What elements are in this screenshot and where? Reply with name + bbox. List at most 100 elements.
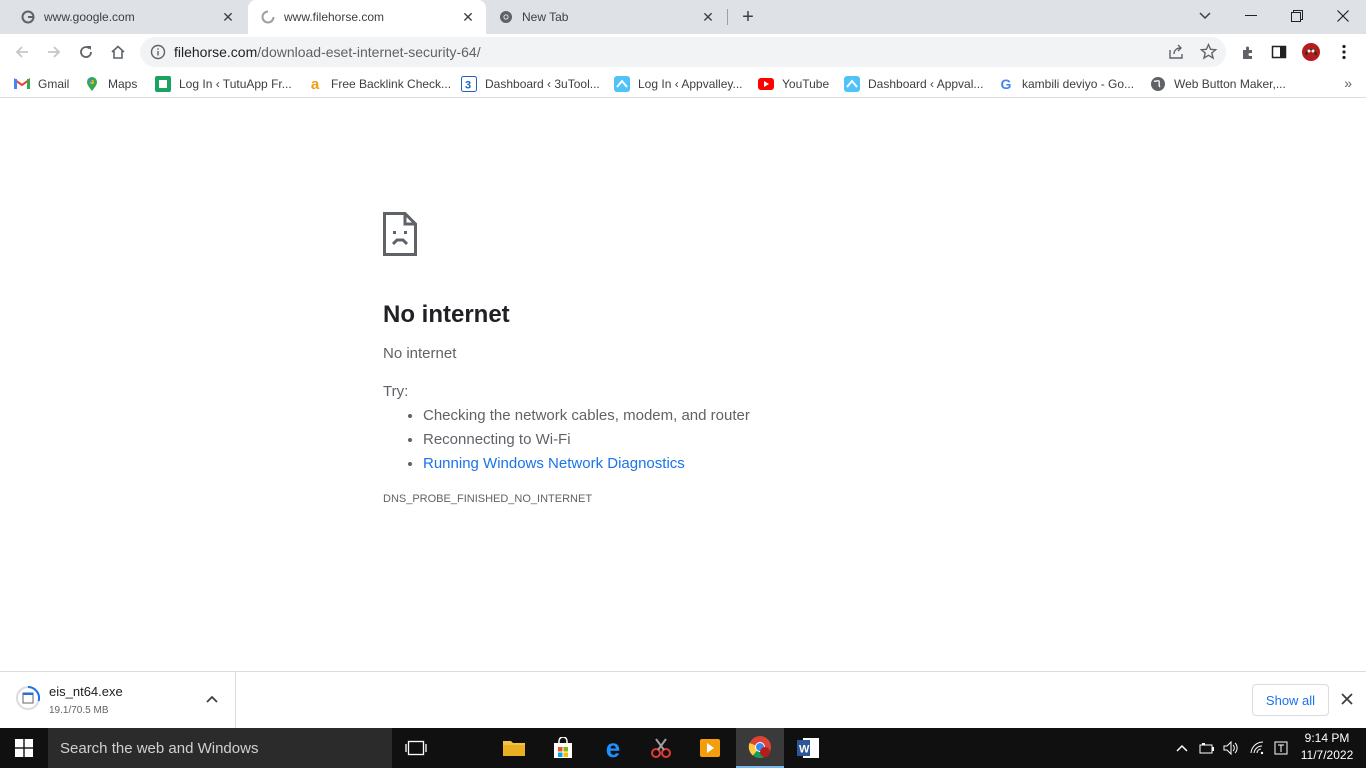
bookmark-appvalley-dashboard[interactable]: Dashboard ‹ Appval... (844, 75, 983, 93)
word-icon[interactable]: W (784, 728, 832, 768)
download-filename: eis_nt64.exe (49, 684, 123, 699)
try-label: Try: (383, 383, 409, 400)
tab-title: www.google.com (44, 10, 135, 24)
url-text[interactable]: filehorse.com/download-eset-internet-sec… (174, 44, 481, 60)
close-tab-icon[interactable]: ✕ (460, 9, 476, 25)
bookmark-star-icon[interactable] (1199, 42, 1218, 65)
minimize-icon[interactable] (1228, 0, 1274, 32)
download-item[interactable]: eis_nt64.exe 19.1/70.5 MB (0, 672, 236, 728)
tab-new-tab[interactable]: New Tab ✕ (488, 0, 726, 34)
svg-text:W: W (799, 744, 810, 756)
suggestion-item: Reconnecting to Wi-Fi (423, 428, 983, 452)
network-no-internet-icon[interactable] (1246, 728, 1268, 768)
show-all-button[interactable]: Show all (1252, 684, 1329, 716)
menu-kebab-icon[interactable] (1330, 38, 1358, 66)
taskbar: Search the web and Windows e W 9:14 PM 1… (0, 728, 1366, 768)
chevron-up-icon[interactable] (203, 690, 221, 708)
close-tab-icon[interactable]: ✕ (220, 9, 236, 25)
tab-search-chevron-icon[interactable] (1182, 0, 1228, 32)
site-info-icon[interactable] (150, 44, 166, 60)
bookmark-appvalley-login[interactable]: Log In ‹ Appvalley... (614, 75, 743, 93)
more-bookmarks-chevron-icon[interactable]: » (1344, 75, 1352, 91)
store-icon[interactable] (539, 728, 587, 768)
bookmark-label: Log In ‹ TutuApp Fr... (179, 77, 292, 91)
bookmark-gmail[interactable]: Gmail (14, 75, 69, 93)
bookmark-kambili[interactable]: G kambili deviyo - Go... (998, 75, 1135, 93)
download-progress-text: 19.1/70.5 MB (49, 705, 109, 716)
error-subheading: No internet (383, 345, 457, 362)
close-window-icon[interactable] (1320, 0, 1366, 32)
bookmark-web-button-maker[interactable]: Web Button Maker,... (1150, 75, 1286, 93)
back-arrow-icon[interactable] (8, 38, 36, 66)
close-shelf-icon[interactable] (1338, 690, 1356, 708)
volume-icon[interactable] (1220, 728, 1242, 768)
bookmark-backlink[interactable]: a Free Backlink Check... (307, 75, 451, 93)
chrome-taskbar-icon[interactable] (736, 728, 784, 768)
maps-icon (84, 76, 100, 92)
restore-icon[interactable] (1274, 0, 1320, 32)
suggestions-list: Checking the network cables, modem, and … (383, 404, 983, 476)
toolbar: filehorse.com/download-eset-internet-sec… (0, 34, 1366, 70)
bookmark-label: Web Button Maker,... (1174, 77, 1286, 91)
sniping-tool-icon[interactable] (637, 728, 685, 768)
tab-google[interactable]: www.google.com ✕ (0, 0, 246, 34)
network-diagnostics-link[interactable]: Running Windows Network Diagnostics (423, 455, 685, 472)
task-view-icon[interactable] (392, 728, 440, 768)
bookmark-tutuapp[interactable]: Log In ‹ TutuApp Fr... (155, 75, 292, 93)
clock-time: 9:14 PM (1304, 731, 1350, 745)
system-clock[interactable]: 9:14 PM 11/7/2022 (1296, 730, 1358, 764)
reload-icon[interactable] (72, 38, 100, 66)
tab-title: New Tab (522, 10, 569, 24)
bookmark-youtube[interactable]: YouTube (758, 75, 829, 93)
backlink-icon: a (310, 75, 320, 93)
bookmark-label: Gmail (38, 77, 70, 91)
share-icon[interactable] (1168, 44, 1184, 65)
tab-strip: www.google.com ✕ www.filehorse.com ✕ New… (0, 0, 1366, 34)
appvalley-icon (614, 76, 630, 92)
globe-icon (1150, 76, 1166, 92)
bookmark-label: Free Backlink Check... (331, 77, 452, 91)
profile-avatar[interactable] (1297, 38, 1325, 66)
edge-icon[interactable]: e (589, 728, 637, 768)
new-tab-icon[interactable]: + (736, 5, 760, 29)
url-host: filehorse.com (174, 44, 258, 60)
language-bar-icon[interactable] (1270, 728, 1292, 768)
tab-filehorse[interactable]: www.filehorse.com ✕ (248, 0, 486, 34)
windows-start-icon[interactable] (0, 728, 48, 768)
media-player-icon[interactable] (686, 728, 734, 768)
bookmark-label: YouTube (782, 77, 830, 91)
bookmark-3utools[interactable]: 3 Dashboard ‹ 3uTool... (461, 75, 600, 93)
download-progress-icon (16, 685, 41, 710)
gmail-icon (14, 76, 30, 92)
tutuapp-icon (155, 76, 171, 92)
bookmark-label: Dashboard ‹ 3uTool... (485, 77, 600, 91)
forward-arrow-icon[interactable] (40, 38, 68, 66)
sad-page-icon (383, 212, 417, 256)
3utools-icon: 3 (461, 76, 477, 92)
bookmarks-bar: Gmail Maps Log In ‹ TutuApp Fr... a Free… (0, 70, 1366, 98)
clock-date: 11/7/2022 (1300, 748, 1354, 762)
close-tab-icon[interactable]: ✕ (700, 9, 716, 25)
home-icon[interactable] (104, 38, 132, 66)
google-icon (20, 9, 36, 25)
download-shelf: eis_nt64.exe 19.1/70.5 MB Show all (0, 671, 1366, 728)
taskbar-search-box[interactable]: Search the web and Windows (48, 728, 392, 768)
google-icon: G (1000, 76, 1012, 92)
appvalley-icon (844, 76, 860, 92)
bookmark-maps[interactable]: Maps (84, 75, 137, 93)
battery-icon[interactable] (1196, 728, 1218, 768)
file-explorer-icon[interactable] (490, 728, 538, 768)
extensions-icon[interactable] (1234, 38, 1262, 66)
bookmark-label: Maps (108, 77, 138, 91)
address-bar[interactable]: filehorse.com/download-eset-internet-sec… (140, 37, 1226, 67)
youtube-icon (758, 76, 774, 92)
bookmark-label: Log In ‹ Appvalley... (638, 77, 743, 91)
svg-text:3: 3 (465, 80, 471, 92)
show-hidden-icons-chevron-icon[interactable] (1172, 728, 1192, 768)
side-panel-icon[interactable] (1265, 38, 1293, 66)
bookmark-label: kambili deviyo - Go... (1022, 77, 1135, 91)
tab-title: www.filehorse.com (284, 10, 385, 24)
error-page: No internet No internet Try: Checking th… (383, 212, 983, 505)
error-heading: No internet (383, 301, 510, 328)
suggestion-item-diagnostics: Running Windows Network Diagnostics (423, 452, 983, 476)
